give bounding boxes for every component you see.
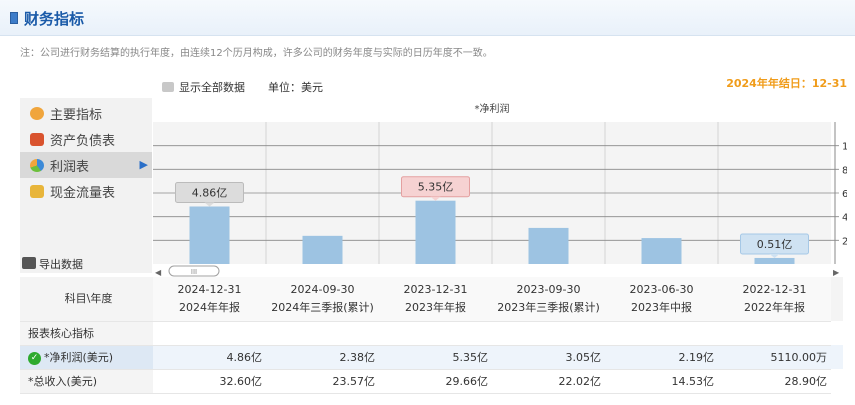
- y-tick-label: 10: [842, 142, 847, 153]
- unit-label: 单位：美元: [268, 81, 323, 94]
- spacer: [831, 321, 843, 345]
- table-cell: 2.38亿: [266, 345, 379, 370]
- title-marker-icon: [10, 12, 18, 24]
- column-period: 2023年中报: [631, 300, 692, 314]
- column-period: 2024年三季报(累计): [271, 300, 374, 314]
- sidebar-item-label: 现金流量表: [50, 186, 116, 201]
- table-row[interactable]: ✓ *净利润(美元) 4.86亿 2.38亿 5.35亿 3.05亿 2.19亿 5110.0…: [20, 345, 843, 370]
- table-cell: 29.66亿: [379, 369, 492, 394]
- section-label: 报表核心指标: [20, 321, 153, 346]
- section-row: 报表核心指标: [20, 321, 843, 346]
- bar[interactable]: [189, 206, 230, 264]
- show-all-data-toggle[interactable]: 显示全部数据: [179, 79, 245, 95]
- table-cell: 28.90亿: [718, 369, 831, 394]
- empty-cell: [153, 321, 266, 346]
- sidebar-item-cash-flow[interactable]: 现金流量表: [20, 178, 152, 204]
- export-label: 导出数据: [39, 258, 83, 271]
- table-cell: 23.57亿: [266, 369, 379, 394]
- table-cell: 5.35亿: [379, 345, 492, 370]
- column-date: 2024-12-31: [177, 282, 242, 296]
- table-cell: 3.05亿: [492, 345, 605, 370]
- column-period: 2023年三季报(累计): [497, 300, 600, 314]
- table-cell: 4.86亿: [153, 345, 266, 370]
- empty-cell: [492, 321, 605, 346]
- empty-cell: [718, 321, 831, 346]
- title-bar: 财务指标: [0, 0, 855, 36]
- row-label-cell: *总收入(美元): [20, 369, 153, 394]
- y-tick-label: 8: [842, 165, 847, 176]
- bar[interactable]: [641, 238, 682, 264]
- export-icon: [22, 257, 36, 269]
- sidebar-item-main-indicators[interactable]: 主要指标: [20, 100, 152, 126]
- column-date: 2023-12-31: [403, 282, 468, 296]
- empty-cell: [605, 321, 718, 346]
- row-label-cell: ✓ *净利润(美元): [20, 345, 153, 370]
- bar[interactable]: [528, 227, 569, 264]
- scrollbar-track[interactable]: [153, 264, 847, 278]
- table-cell: 2.19亿: [605, 345, 718, 370]
- row-header-label: 科目\年度: [20, 277, 153, 322]
- table-row[interactable]: *总收入(美元) 32.60亿 23.57亿 29.66亿 22.02亿 14.53亿 28…: [20, 369, 843, 394]
- spacer: [831, 277, 843, 321]
- document-icon: [30, 133, 44, 146]
- gear-icon: [30, 107, 44, 120]
- table-cell: 5110.00万: [718, 345, 831, 370]
- y-tick-label: 4: [842, 213, 847, 224]
- bar[interactable]: [415, 200, 456, 264]
- fiscal-year-note: 注：公司进行财务结算的执行年度，由连续12个历月构成，许多公司的财务年度与实际的…: [20, 48, 493, 59]
- checkmark-icon[interactable]: ✓: [28, 351, 41, 365]
- fiscal-year-end: 2024年年结日：12-31: [726, 77, 847, 90]
- column-date: 2023-09-30: [516, 282, 581, 296]
- sidebar-item-label: 主要指标: [50, 108, 103, 123]
- y-tick-label: 6: [842, 189, 847, 200]
- sidebar: 主要指标 资产负债表 利润表 ▶ 现金流量表: [20, 98, 152, 273]
- toggle-icon[interactable]: [162, 82, 174, 92]
- column-header: 2024-09-30 2024年三季报(累计): [266, 277, 379, 322]
- column-date: 2024-09-30: [290, 282, 355, 296]
- column-date: 2022-12-31: [742, 282, 807, 296]
- chart-title: *净利润: [475, 102, 510, 115]
- financial-table: 科目\年度 2024-12-31 2024年年报 2024-09-30 2024年三季报…: [20, 277, 843, 394]
- column-header: 2023-12-31 2023年年报: [379, 277, 492, 322]
- spacer: [831, 369, 843, 393]
- y-tick-label: 2: [842, 236, 847, 247]
- column-period: 2023年年报: [405, 300, 466, 314]
- table-cell: 14.53亿: [605, 369, 718, 394]
- table-cell: 22.02亿: [492, 369, 605, 394]
- column-header: 2024-12-31 2024年年报: [153, 277, 266, 322]
- sidebar-item-label: 利润表: [50, 160, 90, 175]
- column-header: 2022-12-31 2022年年报: [718, 277, 831, 322]
- sidebar-item-label: 资产负债表: [50, 134, 116, 149]
- spacer: [831, 345, 843, 369]
- column-period: 2022年年报: [744, 300, 805, 314]
- net-profit-chart: *净利润 2 4 6 8 10 4.86亿 5.35亿 0.51亿 ◀ ▶ III: [153, 98, 847, 278]
- column-header: 2023-09-30 2023年三季报(累计): [492, 277, 605, 322]
- scroll-right-icon[interactable]: ▶: [833, 268, 840, 277]
- row-label: *净利润(美元): [44, 351, 114, 364]
- column-date: 2023-06-30: [629, 282, 694, 296]
- row-label: *总收入(美元): [28, 375, 98, 388]
- bar[interactable]: [754, 257, 795, 264]
- data-label: 4.86亿: [192, 186, 228, 199]
- data-label: 5.35亿: [418, 181, 454, 194]
- money-icon: [30, 185, 44, 198]
- column-header: 2023-06-30 2023年中报: [605, 277, 718, 322]
- sidebar-item-balance-sheet[interactable]: 资产负债表: [20, 126, 152, 152]
- bar[interactable]: [302, 235, 343, 264]
- data-label: 0.51亿: [757, 238, 793, 251]
- scrollbar-grip-icon: III: [191, 268, 197, 276]
- export-data-button[interactable]: 导出数据: [20, 254, 150, 274]
- sidebar-item-income-statement[interactable]: 利润表 ▶: [20, 152, 152, 178]
- column-period: 2024年年报: [179, 300, 240, 314]
- table-header-row: 科目\年度 2024-12-31 2024年年报 2024-09-30 2024年三季报…: [20, 277, 843, 322]
- scroll-left-icon[interactable]: ◀: [155, 268, 162, 277]
- pie-chart-icon: [30, 159, 44, 172]
- chevron-right-icon: ▶: [139, 158, 148, 171]
- page-title: 财务指标: [24, 10, 85, 28]
- table-cell: 32.60亿: [153, 369, 266, 394]
- empty-cell: [266, 321, 379, 346]
- empty-cell: [379, 321, 492, 346]
